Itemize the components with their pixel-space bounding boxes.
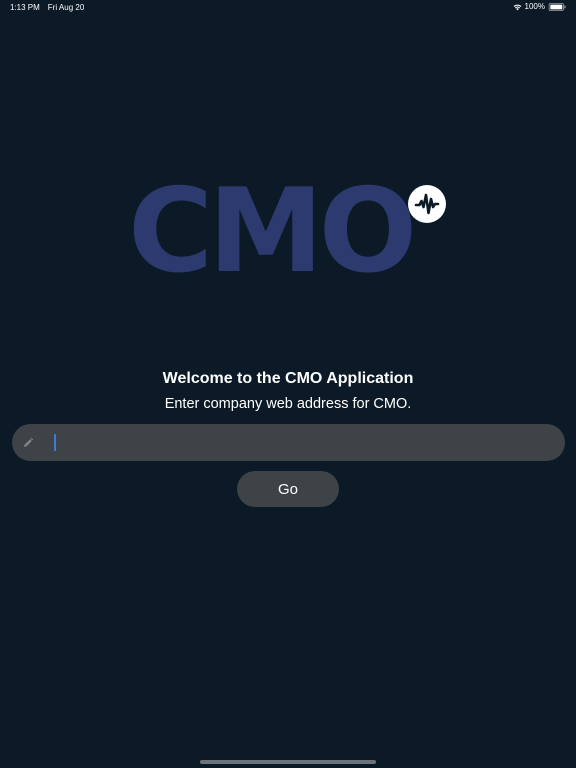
status-left: 1:13 PM Fri Aug 20 <box>10 3 84 12</box>
logo-wordmark: CMO <box>128 164 417 299</box>
battery-icon <box>548 2 567 11</box>
wifi-icon <box>513 3 522 11</box>
welcome-title: Welcome to the CMO Application <box>162 370 414 387</box>
company-url-field[interactable] <box>12 424 565 461</box>
battery-percent: 100% <box>524 2 545 11</box>
app-screen: 1:13 PM Fri Aug 20 100% CMO Welcome to t… <box>0 0 576 768</box>
status-date: Fri Aug 20 <box>47 3 85 12</box>
pencil-icon <box>22 436 34 448</box>
welcome-subtitle: Enter company web address for CMO. <box>164 396 412 412</box>
home-indicator[interactable] <box>200 760 376 764</box>
go-button[interactable]: Go <box>237 471 339 507</box>
status-right: 100% <box>513 2 567 11</box>
pulse-waveform-icon <box>408 185 446 223</box>
company-url-input[interactable] <box>42 428 552 457</box>
text-caret <box>54 434 56 451</box>
cmo-logo: CMO <box>128 174 448 290</box>
status-time: 1:13 PM <box>10 3 40 12</box>
status-bar: 1:13 PM Fri Aug 20 100% <box>0 0 576 14</box>
